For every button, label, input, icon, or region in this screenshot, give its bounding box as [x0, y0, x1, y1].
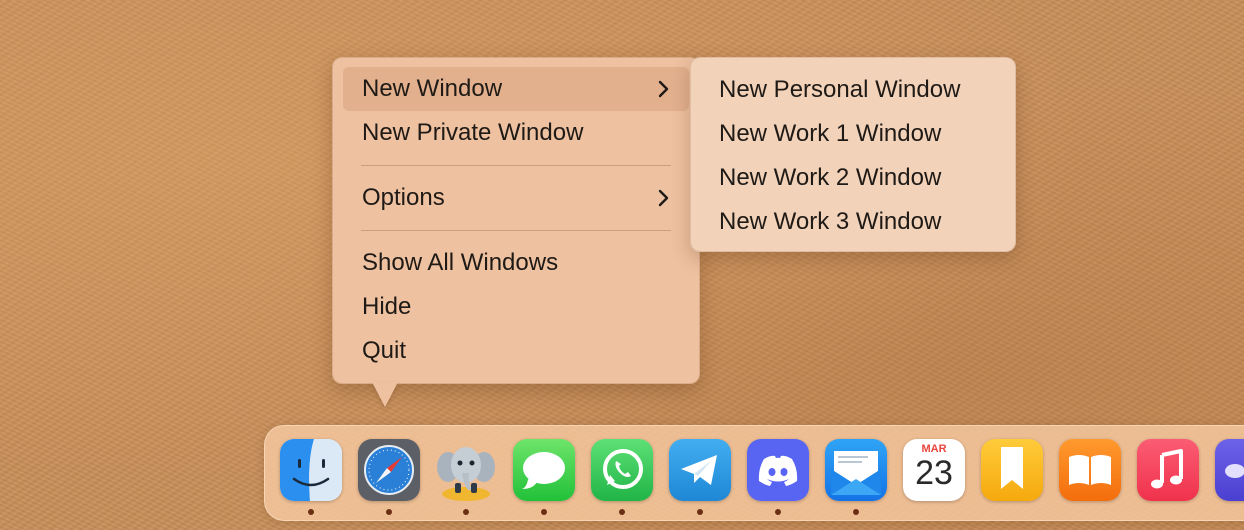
calendar-day: 23 — [915, 454, 953, 492]
telegram-icon — [669, 439, 731, 501]
menu-item-label: Options — [362, 184, 445, 211]
bookmark-icon — [981, 439, 1043, 501]
submenu-item-new-work-2-window[interactable]: New Work 2 Window — [701, 156, 1015, 200]
dock-app-telegram[interactable] — [669, 439, 731, 515]
dock: MAR 23 — [264, 425, 1244, 521]
menu-item-quit[interactable]: Quit — [343, 329, 689, 373]
menu-separator — [361, 165, 671, 166]
running-indicator — [463, 509, 469, 515]
dock-app-whatsapp[interactable] — [591, 439, 653, 515]
submenu-item-new-work-1-window[interactable]: New Work 1 Window — [701, 112, 1015, 156]
tableplus-elephant-icon — [437, 447, 495, 501]
menu-item-label: New Work 3 Window — [719, 208, 942, 235]
menu-item-label: Show All Windows — [362, 249, 559, 276]
menu-item-label: New Personal Window — [719, 76, 961, 103]
running-indicator — [775, 509, 781, 515]
whatsapp-icon — [591, 439, 653, 501]
dock-context-menu: New Window New Private Window Options Sh… — [332, 57, 700, 384]
dock-app-elephant[interactable] — [435, 439, 497, 515]
submenu-item-new-personal-window[interactable]: New Personal Window — [701, 68, 1015, 112]
mail-icon — [825, 439, 887, 501]
messages-icon — [513, 439, 575, 501]
running-indicator — [853, 509, 859, 515]
menu-separator — [361, 230, 671, 231]
dock-app-discord[interactable] — [747, 439, 809, 515]
running-indicator — [697, 509, 703, 515]
menu-item-new-private-window[interactable]: New Private Window — [343, 111, 689, 155]
music-icon — [1137, 439, 1199, 501]
dock-app-finder[interactable] — [280, 439, 342, 515]
dock-app-safari[interactable] — [358, 439, 420, 515]
dock-app-music[interactable] — [1137, 439, 1199, 501]
finder-icon — [280, 439, 342, 501]
running-indicator — [386, 509, 392, 515]
discord-icon — [747, 439, 809, 501]
menu-item-show-all-windows[interactable]: Show All Windows — [343, 241, 689, 285]
books-icon — [1059, 439, 1121, 501]
chevron-right-icon — [658, 80, 669, 98]
dock-app-messages[interactable] — [513, 439, 575, 515]
dock-app-books[interactable] — [1059, 439, 1121, 501]
menu-item-options[interactable]: Options — [343, 176, 689, 220]
partial-app-icon — [1215, 439, 1244, 501]
menu-item-label: New Work 2 Window — [719, 164, 942, 191]
menu-item-label: New Work 1 Window — [719, 120, 942, 147]
menu-item-label: New Private Window — [362, 119, 584, 146]
calendar-icon: MAR 23 — [903, 439, 965, 501]
dock-app-mail[interactable] — [825, 439, 887, 515]
running-indicator — [308, 509, 314, 515]
menu-pointer-tail — [372, 382, 398, 407]
menu-item-new-window[interactable]: New Window — [343, 67, 689, 111]
dock-app-bookmarks[interactable] — [981, 439, 1043, 501]
new-window-submenu: New Personal Window New Work 1 Window Ne… — [690, 57, 1016, 252]
running-indicator — [619, 509, 625, 515]
submenu-item-new-work-3-window[interactable]: New Work 3 Window — [701, 200, 1015, 244]
chevron-right-icon — [658, 189, 669, 207]
menu-item-hide[interactable]: Hide — [343, 285, 689, 329]
dock-app-calendar[interactable]: MAR 23 — [903, 439, 965, 501]
menu-item-label: New Window — [362, 75, 503, 102]
menu-item-label: Quit — [362, 337, 407, 364]
dock-app-partial[interactable] — [1215, 439, 1244, 501]
safari-icon — [358, 439, 420, 501]
menu-item-label: Hide — [362, 293, 412, 320]
running-indicator — [541, 509, 547, 515]
